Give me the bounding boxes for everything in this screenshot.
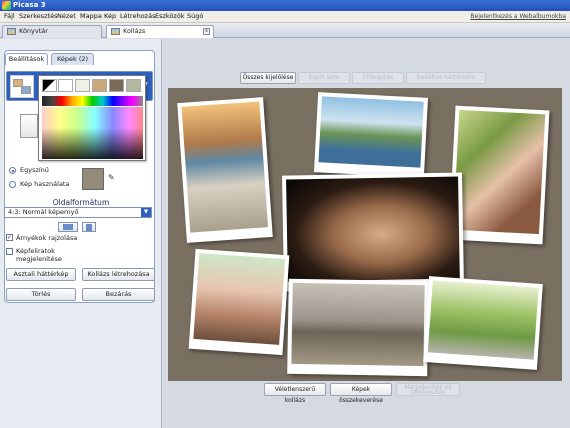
show-captions-checkbox[interactable]	[6, 248, 13, 255]
collage-photo[interactable]	[177, 97, 273, 243]
color-swatch-black[interactable]	[42, 79, 57, 92]
color-hue-strip[interactable]	[42, 96, 143, 106]
close-button[interactable]: Bezárás	[82, 288, 155, 301]
select-none-button[interactable]: Egyik sem	[298, 72, 350, 84]
set-as-background-button[interactable]: Beállítás háttérként	[406, 72, 486, 84]
signin-link[interactable]: Bejelentkezés a Webalbumokba	[470, 13, 566, 20]
collage-photo[interactable]	[448, 105, 550, 245]
color-swatch-cream[interactable]	[75, 79, 90, 92]
tab-bar: Könyvtár Kollázs x	[0, 23, 570, 38]
select-all-button[interactable]: Összes kijelölése	[240, 72, 296, 84]
color-swatch-tan[interactable]	[92, 79, 107, 92]
color-swatch-brown[interactable]	[109, 79, 124, 92]
title-bar: Picasa 3	[0, 0, 570, 11]
use-image-radio[interactable]	[9, 181, 16, 188]
menu-bar: Fájl Szerkesztés Nézet Mappa Kép Létreho…	[0, 11, 570, 23]
collage-style-thumbnail	[10, 75, 34, 98]
tab-collage[interactable]: Kollázs x	[106, 25, 214, 38]
color-swatch-sage[interactable]	[126, 79, 141, 92]
collage-photo[interactable]	[313, 92, 429, 178]
tab-library[interactable]: Könyvtár	[2, 25, 102, 38]
tab-images[interactable]: Képek (2)	[51, 53, 94, 65]
color-swatch-white[interactable]	[58, 79, 73, 92]
collage-photo[interactable]	[287, 278, 429, 377]
color-spectrum[interactable]	[42, 107, 143, 159]
show-captions-label: Képfeliratok megjelenítése	[16, 247, 62, 263]
chevron-down-icon: ▼	[141, 208, 151, 217]
page-format-value: 4:3: Normál képernyő	[8, 208, 79, 216]
page-size-icon	[20, 114, 38, 138]
view-and-edit-button[interactable]: Megjelenítés és szerkesztés	[396, 383, 460, 396]
solid-color-label: Egyszínű	[20, 166, 49, 174]
menu-create[interactable]: Létrehozás	[120, 12, 155, 20]
landscape-orientation-button[interactable]	[58, 222, 78, 232]
menu-image[interactable]: Kép	[104, 12, 116, 20]
close-tab-icon[interactable]: x	[203, 28, 210, 35]
solid-color-radio[interactable]	[9, 167, 16, 174]
collage-photo[interactable]	[423, 276, 543, 370]
portrait-orientation-button[interactable]	[82, 222, 96, 232]
set-desktop-button[interactable]: Asztali háttérkép	[6, 268, 76, 281]
menu-view[interactable]: Nézet	[57, 12, 76, 20]
tab-collage-label: Kollázs	[123, 27, 146, 35]
shuffle-images-button[interactable]: Képek összekeverése	[330, 383, 392, 404]
menu-file[interactable]: Fájl	[4, 12, 15, 20]
collage-icon	[111, 28, 120, 35]
tab-settings[interactable]: Beállítások	[5, 53, 48, 65]
menu-folder[interactable]: Mappa	[80, 12, 102, 20]
color-picker-popup	[38, 75, 146, 161]
random-collage-button[interactable]: Véletlenszerű kollázs	[264, 383, 326, 404]
menu-edit[interactable]: Szerkesztés	[19, 12, 57, 20]
page-format-select[interactable]: 4:3: Normál képernyő ▼	[4, 207, 152, 218]
background-color-swatch[interactable]	[82, 168, 104, 190]
picasa-logo-icon	[2, 1, 11, 10]
menu-help[interactable]: Súgó	[187, 12, 203, 20]
create-collage-button[interactable]: Kollázs létrehozása	[82, 268, 155, 281]
menu-tools[interactable]: Eszközök	[155, 12, 185, 20]
rotate-button[interactable]: Elforgatás	[352, 72, 404, 84]
page-format-title: Oldalformátum	[52, 198, 110, 207]
draw-shadows-checkbox[interactable]: ✓	[6, 234, 13, 241]
eyedropper-icon[interactable]: ✎	[108, 174, 116, 182]
delete-button[interactable]: Törlés	[6, 288, 76, 301]
collage-photo[interactable]	[282, 172, 464, 292]
tab-library-label: Könyvtár	[19, 27, 48, 35]
collage-photo[interactable]	[188, 248, 290, 356]
window-title: Picasa 3	[13, 1, 46, 9]
library-icon	[7, 28, 16, 35]
use-image-label: Kép használata	[20, 180, 70, 188]
draw-shadows-label: Árnyékok rajzolása	[16, 234, 78, 242]
